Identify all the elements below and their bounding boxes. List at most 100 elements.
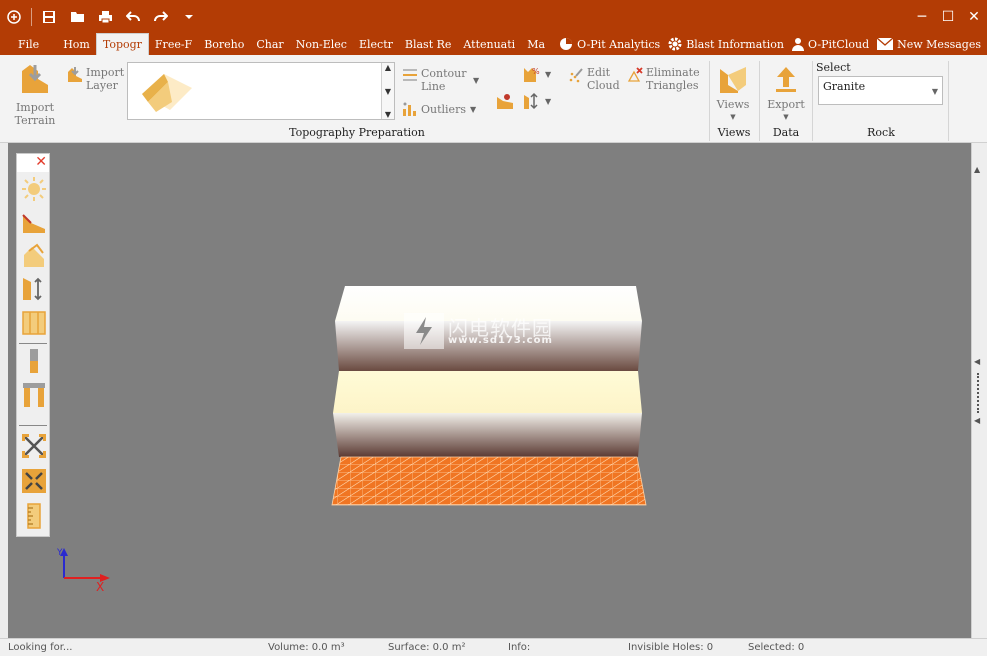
toolbar-separator: [19, 343, 47, 344]
chevron-down-icon: ▼: [473, 75, 480, 85]
data-group: Data: [772, 126, 800, 139]
svg-text:%: %: [532, 67, 540, 76]
tab-charge[interactable]: Char: [250, 33, 289, 55]
outliers-button[interactable]: Outliers ▼: [402, 101, 476, 117]
paint-bucket-icon[interactable]: [21, 243, 47, 269]
cloud-label: O-PitCloud: [807, 37, 870, 51]
app-icon[interactable]: [0, 0, 28, 33]
scroll-down-icon[interactable]: ▼: [385, 87, 391, 96]
user-icon: [791, 38, 804, 51]
edit-cloud-label: Edit Cloud: [587, 66, 620, 92]
chevron-down-icon: ▼: [783, 113, 789, 121]
menu-bar: File Hom Topogr Free-F Boreho Char Non-E…: [0, 33, 987, 55]
messages-menu[interactable]: New Messages: [877, 38, 981, 51]
status-selected: Selected: 0: [748, 642, 805, 653]
import-layer-label: Import Layer: [86, 66, 125, 92]
chevron-down-icon: ▼: [545, 69, 552, 79]
tab-non-electric[interactable]: Non-Elec: [290, 33, 353, 55]
tab-borehole[interactable]: Boreho: [198, 33, 250, 55]
height-tool-button[interactable]: ▼: [523, 92, 551, 110]
quick-access-toolbar: [0, 0, 203, 33]
contour-line-button[interactable]: Contour Line ▼: [402, 67, 479, 93]
scroll-up-icon[interactable]: ▲: [385, 63, 391, 72]
double-column-icon[interactable]: [21, 382, 47, 408]
views-icon: [720, 67, 746, 93]
tab-home[interactable]: Hom: [57, 33, 96, 55]
tab-electronic[interactable]: Electr: [353, 33, 399, 55]
eliminate-triangles-icon: [627, 67, 643, 82]
redo-icon[interactable]: [147, 0, 175, 33]
export-arrow-icon: [776, 67, 796, 92]
analytics-menu[interactable]: O-Pit Analytics: [559, 37, 660, 51]
scroll-up-icon[interactable]: ▲: [974, 165, 980, 174]
open-folder-icon[interactable]: [63, 0, 91, 33]
eliminate-triangles-button[interactable]: Eliminate Triangles: [627, 66, 704, 92]
layer-height-icon[interactable]: [21, 276, 47, 302]
tab-free-face[interactable]: Free-F: [149, 33, 198, 55]
maximize-button[interactable]: ☐: [935, 0, 961, 33]
chevron-down-icon: ▼: [931, 87, 938, 96]
sun-light-icon[interactable]: [21, 176, 47, 202]
right-menu: O-Pit Analytics Blast Information O-PitC…: [551, 33, 987, 55]
status-volume: Volume: 0.0 m³: [268, 642, 345, 653]
topography-preparation-group: Topography Preparation: [289, 126, 425, 139]
gallery-scrollbar[interactable]: ▲ ▼ ▼: [381, 63, 394, 119]
add-point-button[interactable]: [496, 92, 514, 110]
grid-panel-icon[interactable]: [21, 310, 47, 336]
x-axis-label: X: [96, 580, 105, 594]
import-terrain-button[interactable]: Import Terrain: [10, 63, 60, 127]
chevron-down-icon: ▼: [545, 96, 552, 106]
add-point-icon: [497, 94, 513, 109]
gallery-expand-icon[interactable]: ▼: [385, 110, 391, 119]
import-layer-button[interactable]: Import Layer: [67, 66, 125, 92]
separator: [31, 7, 32, 26]
minimize-button[interactable]: ─: [909, 0, 935, 33]
close-button[interactable]: ✕: [961, 0, 987, 33]
edit-cloud-button[interactable]: Edit Cloud: [568, 66, 621, 92]
rock-select[interactable]: Granite ▼: [818, 76, 943, 105]
window-controls: ─ ☐ ✕: [909, 0, 987, 33]
export-button-label: Export: [767, 98, 805, 111]
export-button[interactable]: Export ▼: [764, 65, 808, 124]
undo-icon[interactable]: [119, 0, 147, 33]
blast-info-menu[interactable]: Blast Information: [668, 37, 784, 51]
explode-icon[interactable]: [21, 433, 47, 459]
collapse-icon[interactable]: [21, 468, 47, 494]
tab-topography[interactable]: Topogr: [95, 33, 149, 55]
status-looking-for: Looking for...: [8, 642, 73, 653]
dock-collapse-icon[interactable]: ◀: [974, 357, 980, 366]
toolbar-separator: [19, 425, 47, 426]
dock-grip[interactable]: [977, 373, 980, 413]
analytics-label: O-Pit Analytics: [577, 37, 661, 51]
tab-ma[interactable]: Ma: [521, 33, 551, 55]
right-dock-strip[interactable]: ▲ ◀ ◀: [971, 143, 987, 638]
import-terrain-label: Import Terrain: [14, 101, 56, 127]
status-bar: Looking for... Volume: 0.0 m³ Surface: 0…: [0, 638, 987, 656]
percent-tool-button[interactable]: % ▼: [523, 65, 551, 83]
views-button[interactable]: Views ▼: [713, 63, 753, 124]
customize-dropdown-icon[interactable]: [175, 0, 203, 33]
print-icon[interactable]: [91, 0, 119, 33]
ruler-icon[interactable]: [21, 503, 47, 529]
left-toolbar: ✕: [16, 153, 50, 537]
cloud-menu[interactable]: O-PitCloud: [791, 37, 870, 51]
ribbon-separator: [759, 61, 760, 141]
file-menu[interactable]: File: [0, 33, 57, 55]
save-icon[interactable]: [35, 0, 63, 33]
gear-icon: [668, 37, 682, 51]
single-column-icon[interactable]: [21, 348, 47, 374]
tab-attenuation[interactable]: Attenuati: [457, 33, 521, 55]
outliers-icon: [403, 102, 416, 116]
import-layer-icon: [68, 67, 82, 82]
ribbon: Import Terrain Import Layer ▲ ▼ ▼ Contou…: [0, 55, 987, 143]
tab-blast-results[interactable]: Blast Re: [399, 33, 458, 55]
dock-expand-icon[interactable]: ◀: [974, 416, 980, 425]
contour-line-icon: [403, 69, 417, 81]
terrain-preview-icon: [142, 74, 192, 112]
close-icon[interactable]: ✕: [35, 155, 47, 169]
terrain-icon[interactable]: [21, 209, 47, 235]
topography-gallery[interactable]: ▲ ▼ ▼: [127, 62, 395, 120]
ribbon-separator: [948, 61, 949, 141]
3d-viewport[interactable]: [0, 143, 987, 638]
chevron-down-icon: ▼: [730, 113, 736, 121]
